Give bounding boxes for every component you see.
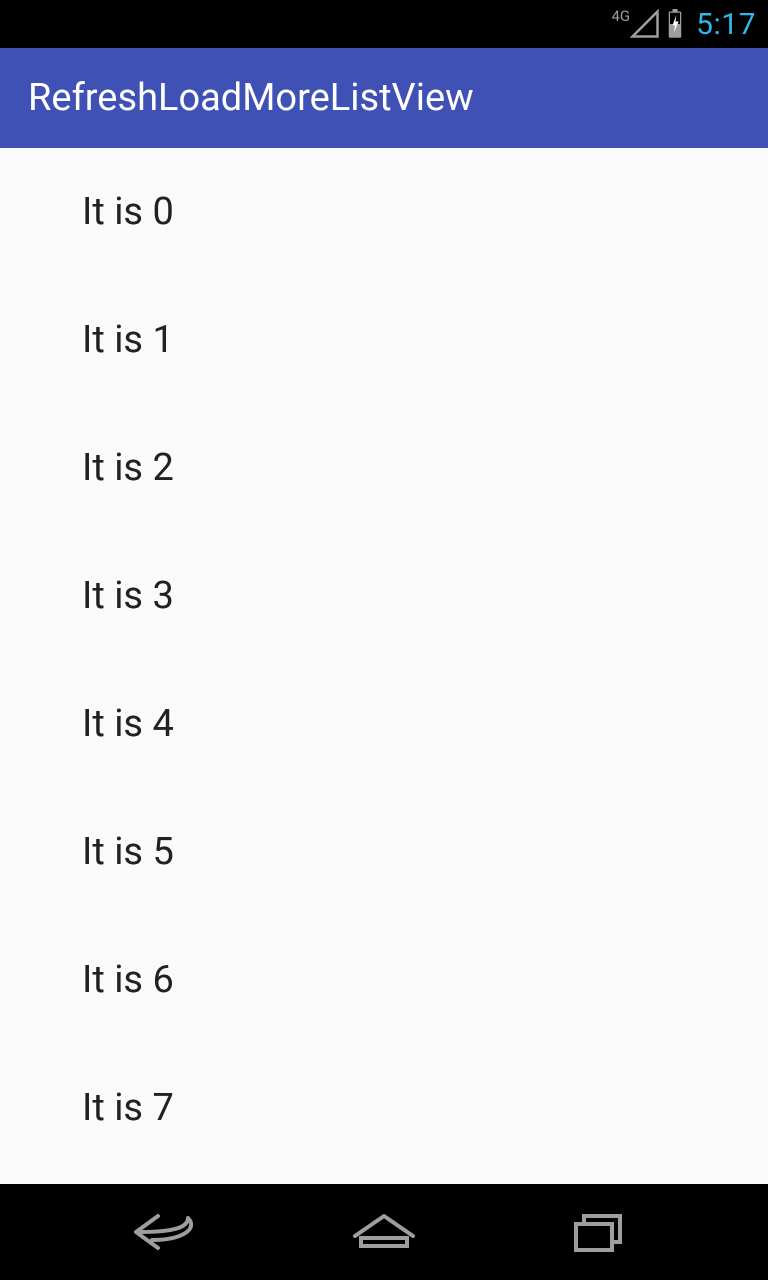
signal-icon — [630, 9, 660, 39]
list-item[interactable]: It is 7 — [0, 1044, 768, 1172]
status-bar-time: 5:17 — [696, 7, 756, 42]
list-item[interactable]: It is 5 — [0, 788, 768, 916]
page-title: RefreshLoadMoreListView — [28, 76, 474, 120]
list-item[interactable]: It is 4 — [0, 660, 768, 788]
list-item[interactable]: It is 0 — [0, 148, 768, 276]
list-item[interactable]: It is 1 — [0, 276, 768, 404]
app-bar: RefreshLoadMoreListView — [0, 48, 768, 148]
recent-apps-button[interactable] — [540, 1202, 660, 1262]
navigation-bar — [0, 1184, 768, 1280]
list-item[interactable]: It is 6 — [0, 916, 768, 1044]
list-item[interactable]: It is 2 — [0, 404, 768, 532]
back-button[interactable] — [108, 1202, 228, 1262]
battery-charging-icon — [666, 9, 684, 39]
status-bar: 4G 5:17 — [0, 0, 768, 48]
list-item[interactable]: It is 3 — [0, 532, 768, 660]
content-area: It is 0 It is 1 It is 2 It is 3 It is 4 … — [0, 148, 768, 1184]
network-4g-label: 4G — [611, 7, 630, 25]
home-button[interactable] — [324, 1202, 444, 1262]
list-view[interactable]: It is 0 It is 1 It is 2 It is 3 It is 4 … — [0, 148, 768, 1172]
